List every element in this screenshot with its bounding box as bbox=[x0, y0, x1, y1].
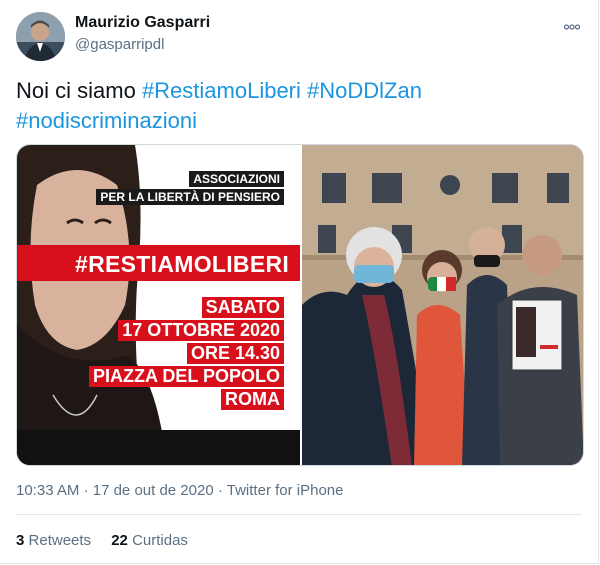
more-options-icon[interactable] bbox=[563, 18, 581, 35]
tweet-source[interactable]: Twitter for iPhone bbox=[227, 482, 344, 499]
retweets-stat[interactable]: 3 Retweets bbox=[16, 532, 95, 549]
avatar[interactable] bbox=[16, 12, 65, 61]
poster-day: SABATO bbox=[201, 297, 284, 318]
poster-time: ORE 14.30 bbox=[186, 343, 284, 364]
meta-separator: · bbox=[217, 482, 223, 499]
avatar-photo bbox=[16, 12, 65, 61]
tweet-card: Maurizio Gasparri @gasparripdl Noi ci si… bbox=[0, 0, 599, 564]
tweet-text-plain: Noi ci siamo bbox=[16, 78, 136, 103]
hashtag-link[interactable]: #NoDDlZan bbox=[307, 78, 422, 103]
media-image-photo[interactable] bbox=[302, 145, 583, 465]
hashtag-link[interactable]: #RestiamoLiberi bbox=[142, 78, 301, 103]
poster-city: ROMA bbox=[221, 389, 284, 410]
tweet-stats: 3 Retweets 22 Curtidas bbox=[16, 532, 204, 549]
media-image-poster[interactable]: ASSOCIAZIONI PER LA LIBERTÀ DI PENSIERO … bbox=[17, 145, 300, 465]
tweet-date[interactable]: 17 de out de 2020 bbox=[93, 482, 214, 499]
tweet-text: Noi ci siamo #RestiamoLiberi #NoDDlZan #… bbox=[16, 76, 576, 136]
likes-stat[interactable]: 22 Curtidas bbox=[111, 532, 188, 549]
poster-line-2: PER LA LIBERTÀ DI PENSIERO bbox=[96, 189, 284, 205]
retweets-label: Retweets bbox=[28, 532, 92, 549]
protest-photo bbox=[302, 145, 583, 465]
tweet-meta: 10:33 AM · 17 de out de 2020 · Twitter f… bbox=[16, 482, 343, 499]
author-handle[interactable]: @gasparripdl bbox=[75, 36, 164, 53]
author-name[interactable]: Maurizio Gasparri bbox=[75, 14, 210, 32]
poster-place: PIAZZA DEL POPOLO bbox=[88, 366, 284, 387]
meta-separator: · bbox=[83, 482, 89, 499]
poster-date: 17 OTTOBRE 2020 bbox=[118, 320, 284, 341]
poster-hashtag: #RESTIAMOLIBERI bbox=[75, 251, 290, 277]
likes-label: Curtidas bbox=[132, 532, 188, 549]
retweets-count: 3 bbox=[16, 532, 25, 549]
ellipsis-icon bbox=[563, 24, 581, 30]
hashtag-link[interactable]: #nodiscriminazioni bbox=[16, 108, 197, 133]
poster-line-1: ASSOCIAZIONI bbox=[189, 171, 284, 187]
tweet-time[interactable]: 10:33 AM bbox=[16, 482, 79, 499]
divider bbox=[16, 514, 582, 515]
media-grid: ASSOCIAZIONI PER LA LIBERTÀ DI PENSIERO … bbox=[16, 144, 584, 466]
likes-count: 22 bbox=[111, 532, 128, 549]
